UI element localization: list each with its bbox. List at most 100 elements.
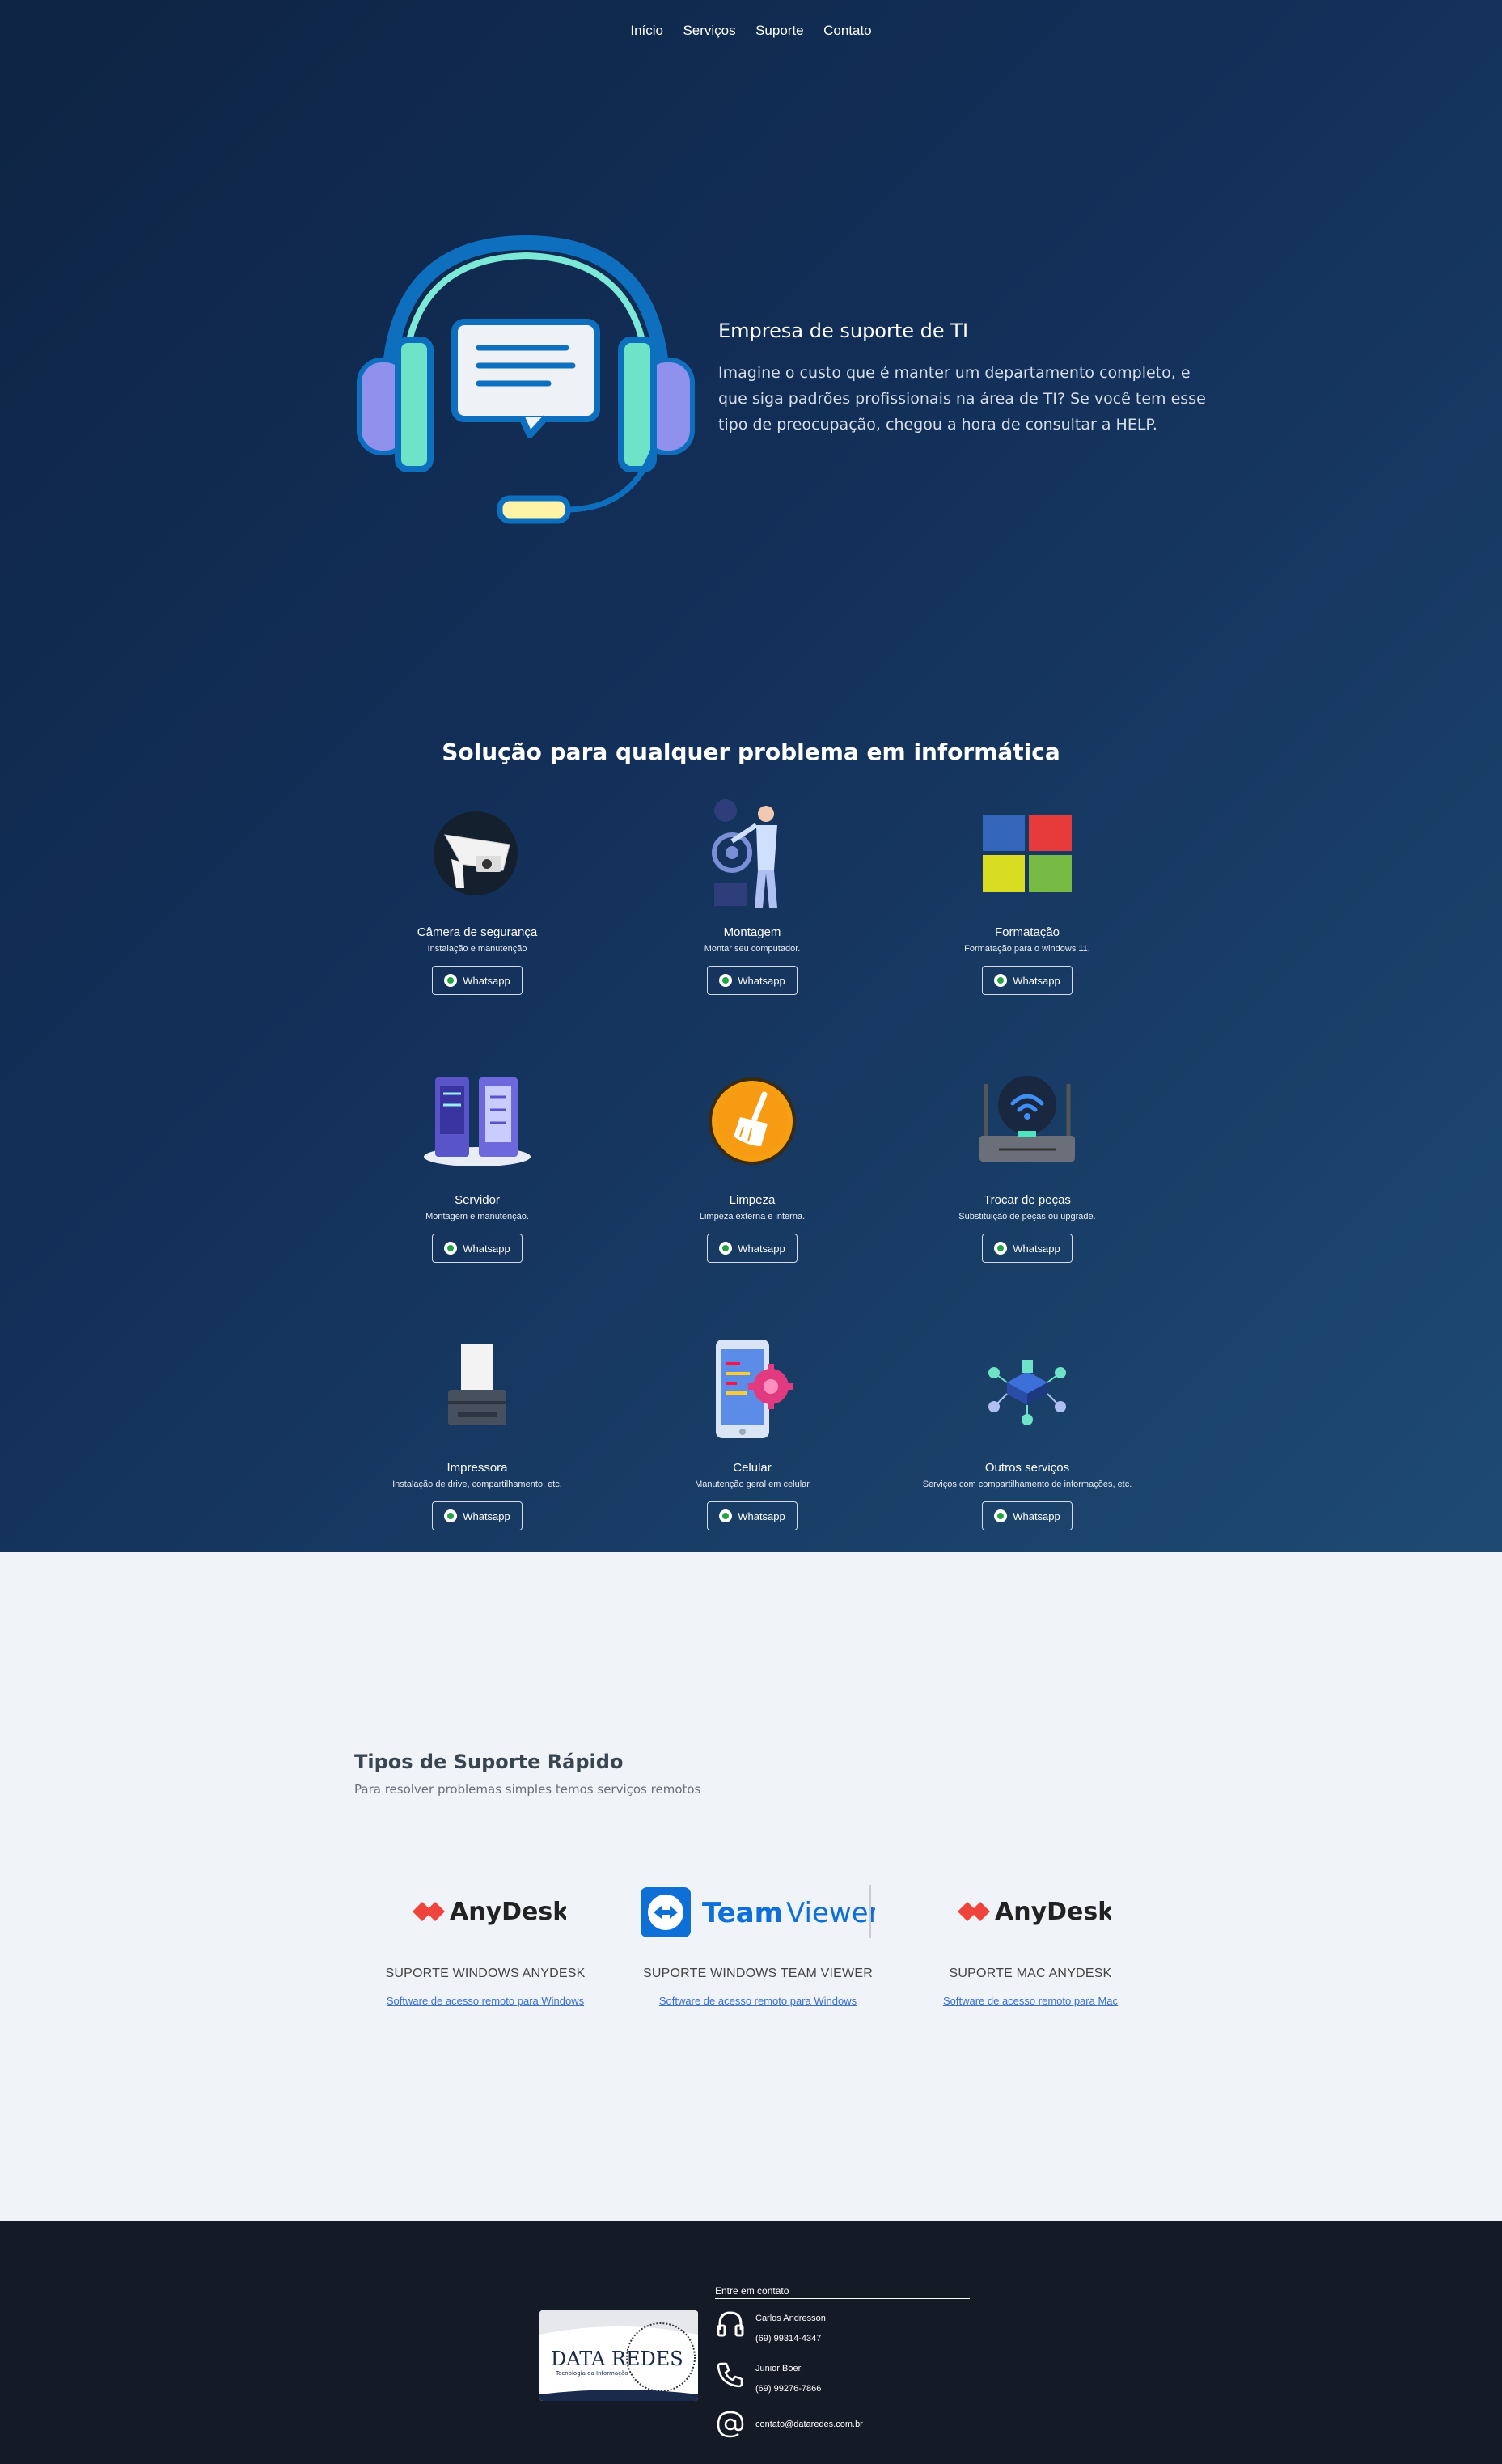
whatsapp-icon (994, 1242, 1008, 1255)
contact-row: contato@dataredes.com.br (715, 2409, 970, 2440)
service-desc: Montagem e manutenção. (425, 1212, 529, 1221)
svg-text:Tecnologia da Informação: Tecnologia da Informação (555, 2370, 628, 2377)
contact-phone[interactable]: (69) 99314-4347 (755, 2329, 826, 2349)
support-link[interactable]: Software de acesso remoto para Windows (620, 1995, 895, 2007)
support-item: AnyDesk SUPORTE WINDOWS ANYDESK Software… (348, 1875, 623, 2007)
footer: DATA REDES Tecnologia da Informação Entr… (0, 2221, 1502, 2464)
hero-section: Início Serviços Suporte Contato Empresa … (0, 0, 1502, 1552)
whatsapp-icon (444, 974, 458, 987)
whatsapp-button[interactable]: Whatsapp (707, 1501, 798, 1530)
service-card: Impressora Instalação de drive, comparti… (340, 1328, 615, 1530)
whatsapp-button[interactable]: Whatsapp (982, 1501, 1073, 1530)
whatsapp-icon (719, 1509, 733, 1522)
phone-gear-icon (716, 1340, 793, 1438)
service-desc: Formatação para o windows 11. (964, 944, 1090, 954)
service-card: Limpeza Limpeza externa e interna. Whats… (615, 1061, 890, 1263)
service-desc: Instalação e manutenção (427, 944, 527, 954)
whatsapp-button[interactable]: Whatsapp (982, 1234, 1073, 1263)
service-name: Outros serviços (984, 1461, 1070, 1475)
printer-icon (448, 1344, 506, 1425)
service-desc: Serviços com compartilhamento de informa… (922, 1480, 1132, 1489)
hero-description: Imagine o custo que é manter um departam… (718, 364, 1206, 434)
whatsapp-button[interactable]: Whatsapp (432, 966, 523, 995)
at-sign-icon (717, 2411, 744, 2438)
whatsapp-icon (444, 1509, 458, 1522)
svg-text:AnyDesk: AnyDesk (995, 1898, 1111, 1926)
support-name: SUPORTE MAC ANYDESK (949, 1967, 1112, 1980)
nav-contato[interactable]: Contato (823, 23, 872, 39)
svg-text:Viewer: Viewer (786, 1897, 875, 1929)
service-name: Formatação (994, 925, 1060, 939)
service-card: Montagem Montar seu computador. Whatsapp (615, 793, 890, 995)
data-redes-logo: DATA REDES Tecnologia da Informação (539, 2310, 698, 2401)
support-link[interactable]: Software de acesso remoto para Mac (893, 1995, 1168, 2007)
service-card: Servidor Montagem e manutenção. Whatsapp (340, 1061, 615, 1263)
contact-heading: Entre em contato (715, 2285, 970, 2299)
service-desc: Limpeza externa e interna. (699, 1212, 806, 1221)
whatsapp-icon (719, 974, 733, 987)
contact-phone[interactable]: (69) 99276-7866 (755, 2379, 821, 2399)
service-card: Trocar de peças Substituição de peças ou… (890, 1061, 1165, 1263)
whatsapp-button[interactable]: Whatsapp (707, 966, 798, 995)
service-name: Câmera de segurança (417, 925, 538, 939)
service-name: Trocar de peças (984, 1193, 1071, 1207)
network-icon (988, 1360, 1066, 1425)
service-name: Montagem (723, 925, 781, 939)
service-name: Limpeza (729, 1193, 776, 1207)
whatsapp-icon (994, 974, 1008, 987)
support-link[interactable]: Software de acesso remoto para Windows (348, 1995, 623, 2007)
services-title: Solução para qualquer problema em inform… (442, 739, 1060, 765)
whatsapp-button[interactable]: Whatsapp (982, 966, 1073, 995)
contact-row: Carlos Andresson (69) 99314-4347 (715, 2309, 970, 2349)
headset-support-icon (357, 235, 695, 524)
headphones-icon (717, 2311, 744, 2337)
nav-inicio[interactable]: Início (630, 23, 663, 39)
whatsapp-icon (444, 1242, 458, 1255)
support-name: SUPORTE WINDOWS TEAM VIEWER (643, 1967, 873, 1980)
nav-servicos[interactable]: Serviços (683, 23, 735, 39)
service-card: Câmera de segurança Instalação e manuten… (340, 793, 615, 995)
whatsapp-button[interactable]: Whatsapp (432, 1501, 523, 1530)
phone-icon (717, 2362, 743, 2388)
service-name: Impressora (446, 1461, 508, 1475)
server-icon (424, 1077, 531, 1166)
whatsapp-icon (719, 1242, 733, 1255)
svg-text:Team: Team (702, 1897, 783, 1929)
service-card: Outros serviços Serviços com compartilha… (890, 1328, 1165, 1530)
contact-name: Carlos Andresson (755, 2314, 826, 2323)
service-desc: Substituição de peças ou upgrade. (958, 1212, 1096, 1221)
support-title: Tipos de Suporte Rápido (354, 1751, 624, 1773)
service-card: Formatação Formatação para o windows 11.… (890, 793, 1165, 995)
broom-icon (709, 1077, 796, 1165)
support-item: Team Viewer SUPORTE WINDOWS TEAM VIEWER … (620, 1875, 895, 2007)
support-name: SUPORTE WINDOWS ANYDESK (385, 1967, 586, 1980)
whatsapp-button[interactable]: Whatsapp (432, 1234, 523, 1263)
service-name: Celular (733, 1461, 772, 1475)
contact-block: Entre em contato Carlos Andresson (69) 9… (715, 2285, 970, 2440)
contact-email[interactable]: contato@dataredes.com.br (755, 2409, 863, 2440)
security-camera-icon (434, 811, 518, 895)
support-item: AnyDesk SUPORTE MAC ANYDESK Software de … (893, 1875, 1168, 2007)
assembly-illustration (712, 799, 777, 908)
contact-row: Junior Boeri (69) 99276-7866 (715, 2359, 970, 2399)
router-icon (979, 1076, 1075, 1162)
contact-name: Junior Boeri (755, 2364, 803, 2373)
whatsapp-icon (994, 1509, 1008, 1522)
windows-logo-icon (983, 815, 1072, 892)
hero-text: Empresa de suporte de TI Imagine o custo… (718, 320, 1220, 438)
anydesk-logo: AnyDesk (348, 1875, 623, 1948)
top-nav: Início Serviços Suporte Contato (0, 23, 1502, 39)
anydesk-logo: AnyDesk (893, 1875, 1168, 1948)
support-section: Tipos de Suporte Rápido Para resolver pr… (0, 1552, 1502, 2221)
service-desc: Instalação de drive, compartilhamento, e… (392, 1480, 562, 1489)
hero-title: Empresa de suporte de TI (718, 320, 969, 342)
svg-text:DATA REDES: DATA REDES (551, 2348, 683, 2370)
nav-suporte[interactable]: Suporte (755, 23, 804, 39)
support-subtitle: Para resolver problemas simples temos se… (354, 1782, 701, 1797)
service-card: Celular Manutenção geral em celular What… (615, 1328, 890, 1530)
service-desc: Manutenção geral em celular (695, 1480, 810, 1489)
teamviewer-logo: Team Viewer (620, 1875, 895, 1948)
whatsapp-button[interactable]: Whatsapp (707, 1234, 798, 1263)
service-desc: Montar seu computador. (704, 944, 801, 954)
service-name: Servidor (455, 1193, 500, 1207)
